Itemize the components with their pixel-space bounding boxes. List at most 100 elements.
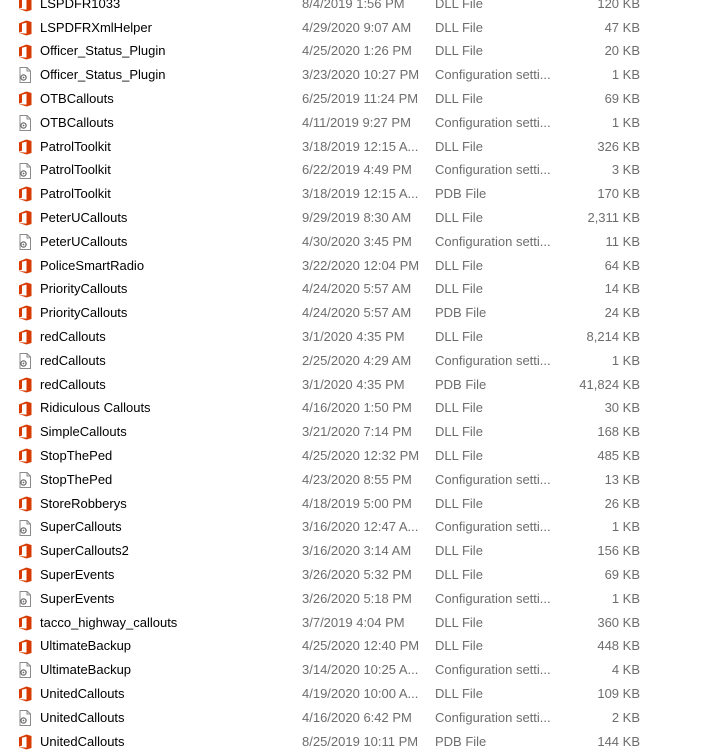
file-name: Officer_Status_Plugin	[40, 67, 166, 83]
office-icon	[16, 685, 34, 703]
file-name: PoliceSmartRadio	[40, 257, 145, 273]
file-type: DLL File	[435, 257, 483, 273]
file-name: LSPDFR1033	[40, 0, 121, 11]
file-date-modified: 2/25/2020 4:29 AM	[302, 352, 412, 368]
file-name: PriorityCallouts	[40, 305, 128, 321]
file-row[interactable]: redCallouts 3/1/2020 4:35 PM PDB File 41,82…	[0, 373, 711, 397]
file-row[interactable]: UltimateBackup 4/25/2020 12:40 PM DLL File…	[0, 635, 711, 659]
file-name: PeterUCallouts	[40, 210, 128, 226]
office-icon	[16, 542, 34, 560]
file-type: Configuration setti...	[435, 709, 551, 725]
file-date-modified: 4/24/2020 5:57 AM	[302, 305, 412, 321]
file-date-modified: 3/18/2019 12:15 A...	[302, 186, 419, 202]
file-row[interactable]: UltimateBackup 3/14/2020 10:25 A... Config…	[0, 658, 711, 682]
file-size: 14 KB	[604, 281, 640, 297]
file-type: Configuration setti...	[435, 352, 551, 368]
file-row[interactable]: PatrolToolkit 3/18/2019 12:15 A... DLL Fil…	[0, 135, 711, 159]
file-row[interactable]: SuperCallouts 3/16/2020 12:47 A... Configu…	[0, 516, 711, 540]
config-file-icon	[16, 661, 34, 679]
office-icon	[16, 376, 34, 394]
file-date-modified: 3/16/2020 12:47 A...	[302, 519, 419, 535]
file-row[interactable]: LSPDFRXmlHelper 4/29/2020 9:07 AM DLL File…	[0, 16, 711, 40]
file-row[interactable]: StoreRobberys 4/18/2019 5:00 PM DLL File 26…	[0, 492, 711, 516]
office-icon	[16, 257, 34, 275]
file-type: DLL File	[435, 0, 483, 11]
config-file-icon	[16, 471, 34, 489]
office-icon	[16, 43, 34, 61]
file-size: 168 KB	[597, 424, 640, 440]
office-icon	[16, 447, 34, 465]
file-row[interactable]: redCallouts 3/1/2020 4:35 PM DLL File 8,214…	[0, 325, 711, 349]
office-icon	[16, 0, 34, 13]
file-date-modified: 4/16/2020 1:50 PM	[302, 400, 412, 416]
file-type: DLL File	[435, 495, 483, 511]
file-type: DLL File	[435, 43, 483, 59]
file-date-modified: 3/22/2020 12:04 PM	[302, 257, 420, 273]
file-row[interactable]: tacco_highway_callouts 3/7/2019 4:04 PM DL…	[0, 611, 711, 635]
file-size: 8,214 KB	[586, 329, 641, 345]
file-type: PDB File	[435, 376, 487, 392]
file-size: 3 KB	[611, 162, 640, 178]
file-size: 24 KB	[604, 305, 640, 321]
file-type: DLL File	[435, 91, 483, 107]
file-name: Officer_Status_Plugin	[40, 43, 166, 59]
file-row[interactable]: Ridiculous Callouts 4/16/2020 1:50 PM DLL …	[0, 397, 711, 421]
file-row[interactable]: LSPDFR1033 8/4/2019 1:56 PM DLL File 120 KB	[0, 0, 711, 16]
file-row[interactable]: PriorityCallouts 4/24/2020 5:57 AM PDB Fil…	[0, 301, 711, 325]
file-size: 47 KB	[604, 19, 640, 35]
file-type: PDB File	[435, 186, 487, 202]
file-date-modified: 3/26/2020 5:32 PM	[302, 567, 412, 583]
office-icon	[16, 566, 34, 584]
office-icon	[16, 281, 34, 299]
config-file-icon	[16, 233, 34, 251]
file-type: DLL File	[435, 210, 483, 226]
file-date-modified: 4/16/2020 6:42 PM	[302, 709, 412, 725]
file-name: PatrolToolkit	[40, 162, 111, 178]
file-row[interactable]: Officer_Status_Plugin 4/25/2020 1:26 PM DL…	[0, 40, 711, 64]
file-row[interactable]: UnitedCallouts 8/25/2019 10:11 PM PDB File…	[0, 730, 711, 754]
file-size: 11 KB	[605, 233, 640, 249]
file-size: 13 KB	[604, 471, 640, 487]
file-name: PriorityCallouts	[40, 281, 128, 297]
file-row[interactable]: redCallouts 2/25/2020 4:29 AM Configuratio…	[0, 349, 711, 373]
file-row[interactable]: Officer_Status_Plugin 3/23/2020 10:27 PM C…	[0, 63, 711, 87]
file-row[interactable]: OTBCallouts 4/11/2019 9:27 PM Configuratio…	[0, 111, 711, 135]
file-row[interactable]: StopThePed 4/25/2020 12:32 PM DLL File 485 …	[0, 444, 711, 468]
file-row[interactable]: SuperEvents 3/26/2020 5:32 PM DLL File 69 K…	[0, 563, 711, 587]
file-type: DLL File	[435, 567, 483, 583]
file-date-modified: 8/25/2019 10:11 PM	[302, 733, 419, 749]
office-icon	[16, 185, 34, 203]
file-size: 1 KB	[611, 352, 640, 368]
file-row[interactable]: PatrolToolkit 6/22/2019 4:49 PM Configurat…	[0, 159, 711, 183]
file-row[interactable]: SimpleCallouts 3/21/2020 7:14 PM DLL File 1…	[0, 420, 711, 444]
file-row[interactable]: UnitedCallouts 4/19/2020 10:00 A... DLL Fi…	[0, 682, 711, 706]
file-type: DLL File	[435, 138, 483, 154]
office-icon	[16, 733, 34, 751]
file-name: tacco_highway_callouts	[40, 614, 178, 630]
file-row[interactable]: PeterUCallouts 9/29/2019 8:30 AM DLL File 2…	[0, 206, 711, 230]
file-row[interactable]: StopThePed 4/23/2020 8:55 PM Configuration…	[0, 468, 711, 492]
file-row[interactable]: PriorityCallouts 4/24/2020 5:57 AM DLL Fil…	[0, 278, 711, 302]
file-name: OTBCallouts	[40, 91, 114, 107]
file-row[interactable]: UnitedCallouts 4/16/2020 6:42 PM Configura…	[0, 706, 711, 730]
file-row[interactable]: PeterUCallouts 4/30/2020 3:45 PM Configura…	[0, 230, 711, 254]
file-type: Configuration setti...	[435, 67, 551, 83]
file-size: 1 KB	[611, 590, 640, 606]
file-size: 41,824 KB	[579, 376, 640, 392]
file-type: DLL File	[435, 614, 483, 630]
file-type: DLL File	[435, 424, 483, 440]
file-size: 64 KB	[604, 257, 640, 273]
file-type: Configuration setti...	[435, 662, 551, 678]
file-size: 26 KB	[604, 495, 640, 511]
file-row[interactable]: SuperEvents 3/26/2020 5:18 PM Configuratio…	[0, 587, 711, 611]
file-row[interactable]: PatrolToolkit 3/18/2019 12:15 A... PDB Fil…	[0, 182, 711, 206]
file-size: 485 KB	[597, 448, 640, 464]
file-date-modified: 4/25/2020 12:40 PM	[302, 638, 420, 654]
file-row[interactable]: PoliceSmartRadio 3/22/2020 12:04 PM DLL Fi…	[0, 254, 711, 278]
file-size: 1 KB	[611, 114, 640, 130]
file-row[interactable]: OTBCallouts 6/25/2019 11:24 PM DLL File 69 …	[0, 87, 711, 111]
file-name: StoreRobberys	[40, 495, 127, 511]
file-type: PDB File	[435, 733, 487, 749]
office-icon	[16, 19, 34, 37]
file-row[interactable]: SuperCallouts2 3/16/2020 3:14 AM DLL File 1…	[0, 539, 711, 563]
